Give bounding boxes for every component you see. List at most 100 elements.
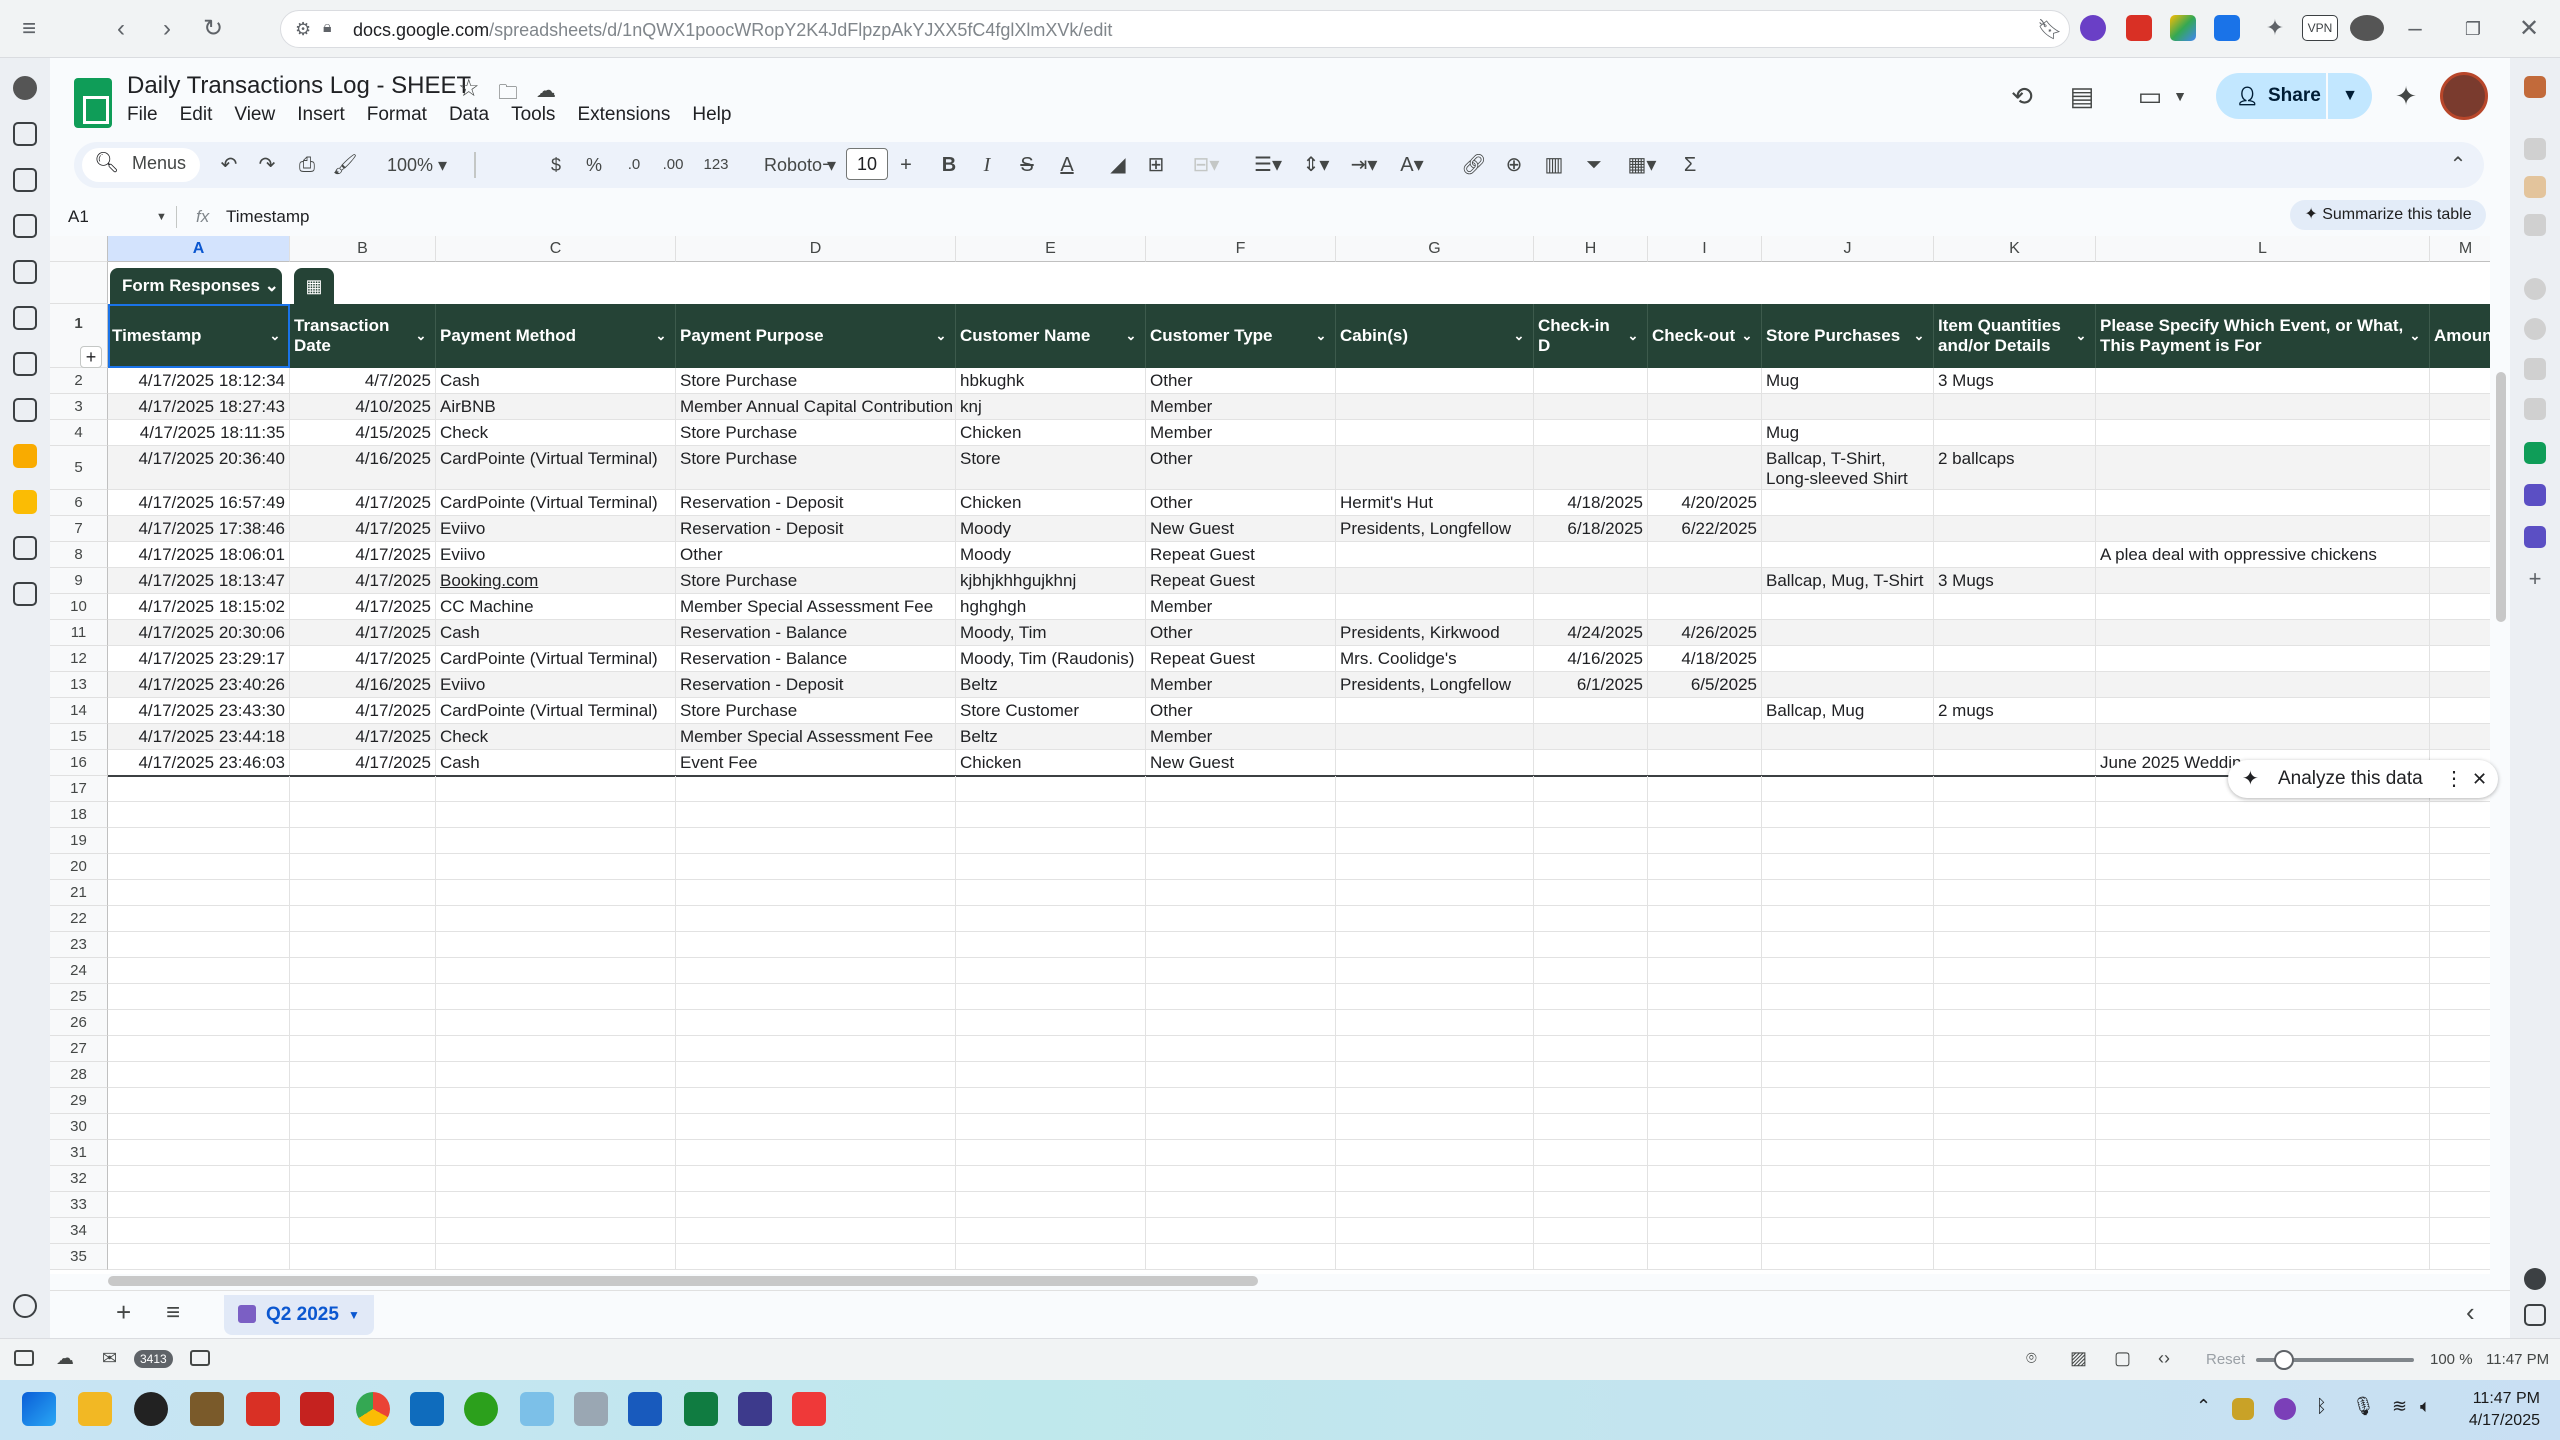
start-icon[interactable]: [22, 1392, 56, 1426]
table-cell[interactable]: [2430, 490, 2490, 516]
downloads-icon[interactable]: [13, 398, 37, 422]
menu-extensions[interactable]: Extensions: [577, 104, 670, 126]
percent-button[interactable]: %: [582, 150, 606, 180]
empty-cell[interactable]: [1648, 958, 1762, 984]
table-cell[interactable]: kjbhjkhhgujkhnj: [956, 568, 1146, 594]
table-cell[interactable]: Moody: [956, 542, 1146, 568]
table-cell[interactable]: [2430, 646, 2490, 672]
table-cell[interactable]: 4/20/2025: [1648, 490, 1762, 516]
empty-cell[interactable]: [2096, 1062, 2430, 1088]
table-cell[interactable]: [1648, 446, 1762, 490]
empty-cell[interactable]: [1934, 1192, 2096, 1218]
extension-search-icon[interactable]: [2080, 15, 2106, 41]
empty-cell[interactable]: [1648, 1166, 1762, 1192]
extension-icon[interactable]: [2524, 76, 2546, 98]
empty-cell[interactable]: [1762, 854, 1934, 880]
empty-cell[interactable]: [676, 1140, 956, 1166]
table-cell[interactable]: Member: [1146, 672, 1336, 698]
mail-icon[interactable]: [13, 168, 37, 192]
empty-cell[interactable]: [1534, 1088, 1648, 1114]
empty-cell[interactable]: [108, 1218, 290, 1244]
table-cell[interactable]: [1762, 490, 1934, 516]
empty-cell[interactable]: [1934, 1010, 2096, 1036]
table-cell[interactable]: 4/17/2025 20:30:06: [108, 620, 290, 646]
table-cell[interactable]: CardPointe (Virtual Terminal): [436, 646, 676, 672]
empty-cell[interactable]: [1336, 932, 1534, 958]
table-cell[interactable]: [2430, 420, 2490, 446]
table-cell[interactable]: Store Purchase: [676, 368, 956, 394]
empty-cell[interactable]: [1534, 1166, 1648, 1192]
empty-cell[interactable]: [1336, 1166, 1534, 1192]
empty-cell[interactable]: [2430, 828, 2490, 854]
table-cell[interactable]: [1336, 698, 1534, 724]
collapse-sidebar-icon[interactable]: ‹: [2466, 1297, 2475, 1328]
table-cell[interactable]: 4/17/2025: [290, 646, 436, 672]
bluetooth-icon[interactable]: ᛒ: [2316, 1396, 2327, 1417]
empty-cell[interactable]: [436, 1244, 676, 1270]
table-cell[interactable]: 4/17/2025 23:43:30: [108, 698, 290, 724]
chrome-icon[interactable]: [356, 1392, 390, 1426]
share-button[interactable]: 👤︎ Share: [2216, 73, 2326, 119]
column-menu-chevron-icon[interactable]: ⌄: [931, 326, 951, 346]
empty-cell[interactable]: [436, 906, 676, 932]
table-cell[interactable]: [1336, 568, 1534, 594]
empty-cell[interactable]: [1934, 776, 2096, 802]
empty-cell[interactable]: [1762, 984, 1934, 1010]
row-header-26[interactable]: 26: [50, 1010, 108, 1036]
drive-icon[interactable]: [2170, 15, 2196, 41]
empty-cell[interactable]: [1146, 1192, 1336, 1218]
calendar-icon[interactable]: [190, 1350, 210, 1366]
table-cell[interactable]: [2430, 724, 2490, 750]
empty-cell[interactable]: [1146, 932, 1336, 958]
menu-edit[interactable]: Edit: [180, 104, 213, 126]
table-cell[interactable]: [1934, 594, 2096, 620]
empty-cell[interactable]: [1648, 854, 1762, 880]
row-header-3[interactable]: 3: [50, 394, 108, 420]
avatar[interactable]: [2440, 72, 2488, 120]
empty-cell[interactable]: [2096, 932, 2430, 958]
table-cell[interactable]: 4/17/2025: [290, 568, 436, 594]
table-cell[interactable]: [2096, 646, 2430, 672]
table-cell[interactable]: [1336, 446, 1534, 490]
empty-cell[interactable]: [290, 828, 436, 854]
empty-cell[interactable]: [290, 1062, 436, 1088]
close-icon[interactable]: ✕: [2472, 760, 2487, 798]
empty-cell[interactable]: [1648, 1192, 1762, 1218]
empty-cell[interactable]: [436, 1036, 676, 1062]
empty-cell[interactable]: [1762, 958, 1934, 984]
row-header-4[interactable]: 4: [50, 420, 108, 446]
sheet-tab-q2-2025[interactable]: Q2 2025 ▼: [224, 1295, 374, 1335]
name-box[interactable]: A1 ▼: [60, 204, 170, 230]
empty-cell[interactable]: [290, 906, 436, 932]
row-header-17[interactable]: 17: [50, 776, 108, 802]
empty-cell[interactable]: [2096, 880, 2430, 906]
empty-cell[interactable]: [290, 1218, 436, 1244]
table-cell[interactable]: 4/7/2025: [290, 368, 436, 394]
formula-input[interactable]: Timestamp: [226, 204, 309, 230]
empty-cell[interactable]: [1934, 1218, 2096, 1244]
empty-cell[interactable]: [956, 932, 1146, 958]
row-header-23[interactable]: 23: [50, 932, 108, 958]
row-header-9[interactable]: 9: [50, 568, 108, 594]
table-cell[interactable]: [2430, 620, 2490, 646]
empty-cell[interactable]: [1534, 1192, 1648, 1218]
table-cell[interactable]: [2430, 698, 2490, 724]
outlook-icon[interactable]: [410, 1392, 444, 1426]
table-cell[interactable]: CC Machine: [436, 594, 676, 620]
empty-cell[interactable]: [1336, 1244, 1534, 1270]
table-cell[interactable]: 4/17/2025 17:38:46: [108, 516, 290, 542]
table-cell[interactable]: Other: [1146, 620, 1336, 646]
table-header-cell[interactable]: Customer Name ⌄: [956, 304, 1146, 368]
empty-cell[interactable]: [1648, 1114, 1762, 1140]
empty-cell[interactable]: [290, 1036, 436, 1062]
wrap-icon[interactable]: ⇥▾: [1344, 150, 1384, 180]
row-header-13[interactable]: 13: [50, 672, 108, 698]
table-cell[interactable]: [2096, 446, 2430, 490]
table-cell[interactable]: [1934, 646, 2096, 672]
table-cell[interactable]: Repeat Guest: [1146, 542, 1336, 568]
column-header-f[interactable]: F: [1146, 236, 1336, 262]
menu-icon[interactable]: ≡: [14, 14, 44, 44]
row-header-5[interactable]: 5: [50, 446, 108, 490]
empty-cell[interactable]: [436, 958, 676, 984]
empty-cell[interactable]: [436, 1088, 676, 1114]
